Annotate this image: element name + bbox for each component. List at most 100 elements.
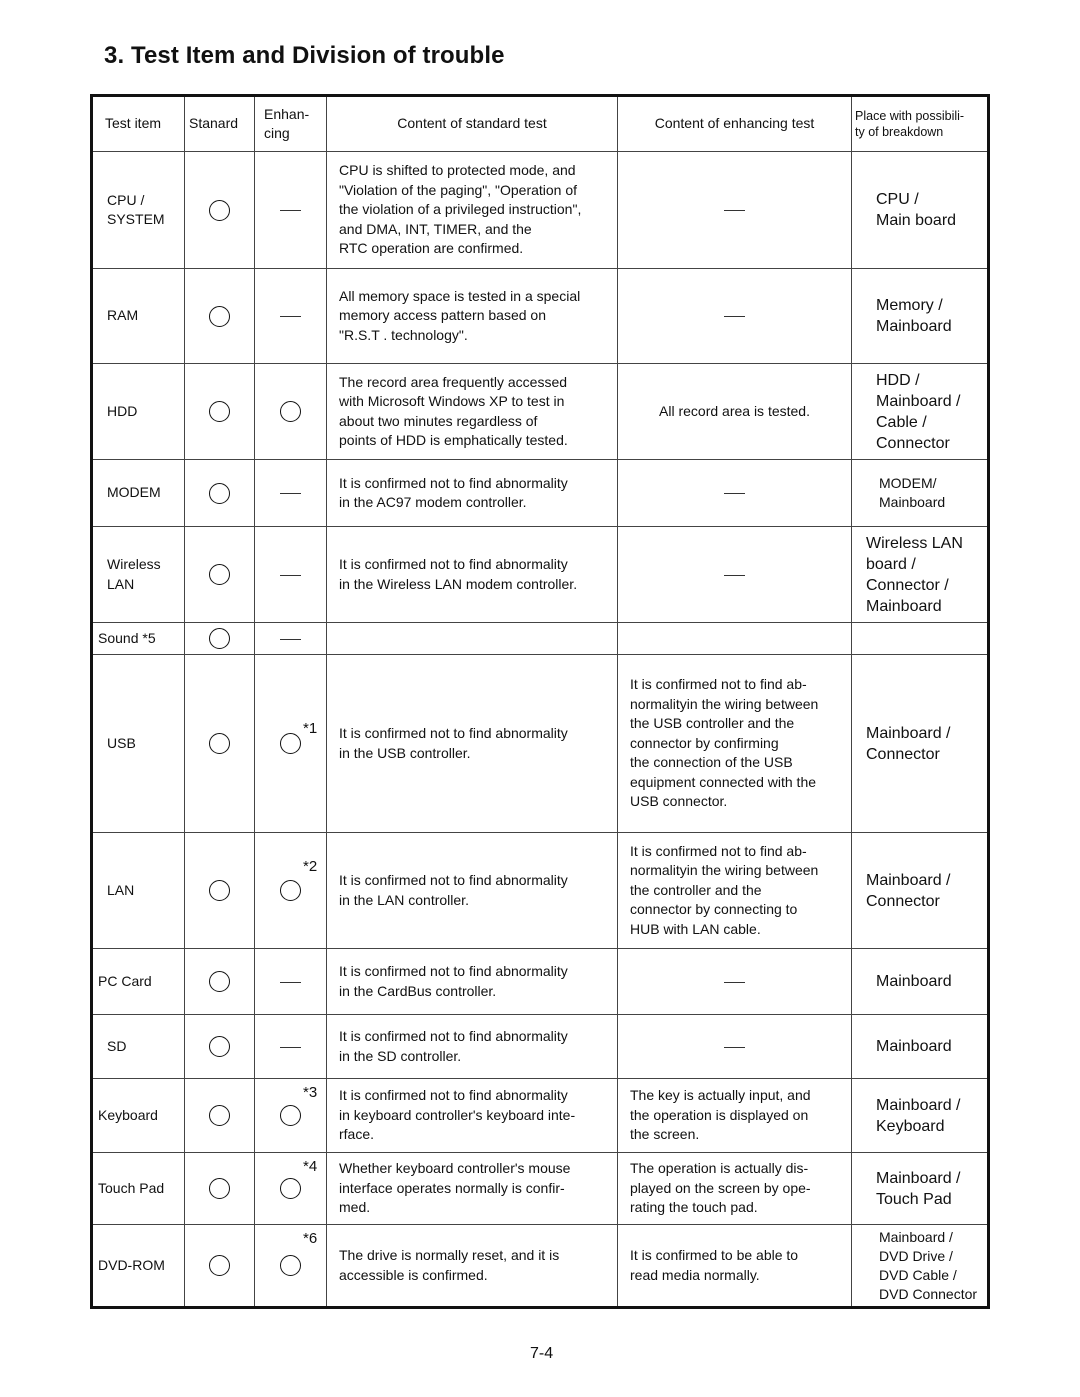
dash-icon xyxy=(724,981,745,983)
breakdown-place: Mainboard xyxy=(851,1014,989,1079)
table-row: DVD-ROM *6 The drive is normally reset, an… xyxy=(91,1224,989,1308)
table-row: HDD The record area frequently accessed w… xyxy=(91,363,989,460)
dash-icon xyxy=(724,493,745,495)
circle-icon xyxy=(209,1036,230,1057)
table-row: USB *1 It is confirmed not to find abnorma… xyxy=(91,654,989,833)
circle-icon xyxy=(209,733,230,754)
enhancing-mark-cell xyxy=(254,151,327,269)
dash-icon xyxy=(724,316,745,318)
table-row: RAM All memory space is tested in a speci… xyxy=(91,268,989,364)
breakdown-place: Mainboard / Connector xyxy=(851,832,989,949)
table-row: Touch Pad *4 Whether keyboard controller's… xyxy=(91,1152,989,1225)
content-enhancing-test xyxy=(617,1014,852,1079)
dash-icon xyxy=(280,210,301,212)
header-test-item: Test item xyxy=(91,95,185,152)
circle-icon xyxy=(209,1255,230,1276)
enhancing-mark-cell xyxy=(254,526,327,623)
circle-icon xyxy=(280,1105,301,1126)
content-standard-test: It is confirmed not to find abnormality … xyxy=(326,459,618,527)
dash-icon xyxy=(280,316,301,318)
test-item-name: HDD xyxy=(91,363,185,460)
content-enhancing-test: It is confirmed not to find ab- normalit… xyxy=(617,654,852,833)
standard-mark-cell xyxy=(184,832,255,949)
content-enhancing-test xyxy=(617,948,852,1015)
table-row: Sound *5 xyxy=(91,622,989,655)
circle-icon xyxy=(209,199,230,221)
dash-icon xyxy=(724,210,745,212)
footnote-marker: *4 xyxy=(303,1158,318,1175)
test-item-name: Wireless LAN xyxy=(91,526,185,623)
test-item-name: RAM xyxy=(91,268,185,364)
breakdown-place: Mainboard / Connector xyxy=(851,654,989,833)
breakdown-place xyxy=(851,622,989,655)
dash-icon xyxy=(724,574,745,576)
breakdown-place: HDD / Mainboard / Cable / Connector xyxy=(851,363,989,460)
table-row: SD It is confirmed not to find abnormalit… xyxy=(91,1014,989,1079)
content-enhancing-test: It is confirmed not to find ab- normalit… xyxy=(617,832,852,949)
header-standard: Stanard xyxy=(184,95,255,152)
dash-icon xyxy=(280,493,301,495)
standard-mark-cell xyxy=(184,1224,255,1308)
enhancing-mark-cell xyxy=(254,363,327,460)
content-standard-test: It is confirmed not to find abnormality … xyxy=(326,1078,618,1153)
standard-mark-cell xyxy=(184,1078,255,1153)
enhancing-mark-cell xyxy=(254,1014,327,1079)
dash-icon xyxy=(280,981,301,983)
content-enhancing-test: The key is actually input, and the opera… xyxy=(617,1078,852,1153)
circle-icon xyxy=(209,564,230,585)
test-item-name: Keyboard xyxy=(91,1078,185,1153)
test-item-table: Test item Stanard Enhan- cing Content of… xyxy=(90,94,990,1309)
header-content-standard: Content of standard test xyxy=(326,95,618,152)
content-standard-test: Whether keyboard controller's mouse inte… xyxy=(326,1152,618,1225)
test-item-name: SD xyxy=(91,1014,185,1079)
circle-icon xyxy=(280,401,301,422)
circle-icon xyxy=(209,1178,230,1199)
content-enhancing-test: The operation is actually dis- played on… xyxy=(617,1152,852,1225)
breakdown-place: Wireless LAN board / Connector / Mainboa… xyxy=(851,526,989,623)
test-item-name: Touch Pad xyxy=(91,1152,185,1225)
table-row: LAN *2 It is confirmed not to find abnorma… xyxy=(91,832,989,949)
standard-mark-cell xyxy=(184,459,255,527)
circle-icon xyxy=(209,971,230,992)
content-enhancing-test xyxy=(617,459,852,527)
content-standard-test: The drive is normally reset, and it is a… xyxy=(326,1224,618,1308)
standard-mark-cell xyxy=(184,1152,255,1225)
circle-icon xyxy=(209,305,230,327)
content-standard-test: All memory space is tested in a special … xyxy=(326,268,618,364)
content-enhancing-test xyxy=(617,622,852,655)
test-item-name: USB xyxy=(91,654,185,833)
test-item-name: Sound *5 xyxy=(91,622,185,655)
enhancing-mark-cell xyxy=(254,268,327,364)
circle-icon xyxy=(209,880,230,901)
page-title: 3. Test Item and Division of trouble xyxy=(104,42,505,69)
breakdown-place: MODEM/ Mainboard xyxy=(851,459,989,527)
table-header-row: Test item Stanard Enhan- cing Content of… xyxy=(91,95,989,152)
content-enhancing-test: It is confirmed to be able to read media… xyxy=(617,1224,852,1308)
dash-icon xyxy=(724,1046,745,1048)
content-standard-test: It is confirmed not to find abnormality … xyxy=(326,832,618,949)
enhancing-mark-cell: *4 xyxy=(254,1152,327,1225)
test-item-name: DVD-ROM xyxy=(91,1224,185,1308)
content-enhancing-test xyxy=(617,268,852,364)
table-row: Wireless LAN It is confirmed not to find … xyxy=(91,526,989,623)
content-standard-test xyxy=(326,622,618,655)
test-item-name: CPU / SYSTEM xyxy=(91,151,185,269)
footnote-marker: *1 xyxy=(303,720,318,737)
standard-mark-cell xyxy=(184,654,255,833)
enhancing-mark-cell xyxy=(254,459,327,527)
enhancing-mark-cell: *3 xyxy=(254,1078,327,1153)
page-number: 7-4 xyxy=(530,1345,554,1362)
content-standard-test: It is confirmed not to find abnormality … xyxy=(326,526,618,623)
standard-mark-cell xyxy=(184,363,255,460)
breakdown-place: Mainboard / DVD Drive / DVD Cable / DVD … xyxy=(851,1224,989,1308)
circle-icon xyxy=(280,880,301,901)
circle-icon xyxy=(209,1105,230,1126)
enhancing-mark-cell: *6 xyxy=(254,1224,327,1308)
content-standard-test: It is confirmed not to find abnormality … xyxy=(326,948,618,1015)
content-enhancing-test xyxy=(617,151,852,269)
breakdown-place: Memory / Mainboard xyxy=(851,268,989,364)
table-row: PC Card It is confirmed not to find abnor… xyxy=(91,948,989,1015)
content-standard-test: The record area frequently accessed with… xyxy=(326,363,618,460)
standard-mark-cell xyxy=(184,948,255,1015)
standard-mark-cell xyxy=(184,622,255,655)
